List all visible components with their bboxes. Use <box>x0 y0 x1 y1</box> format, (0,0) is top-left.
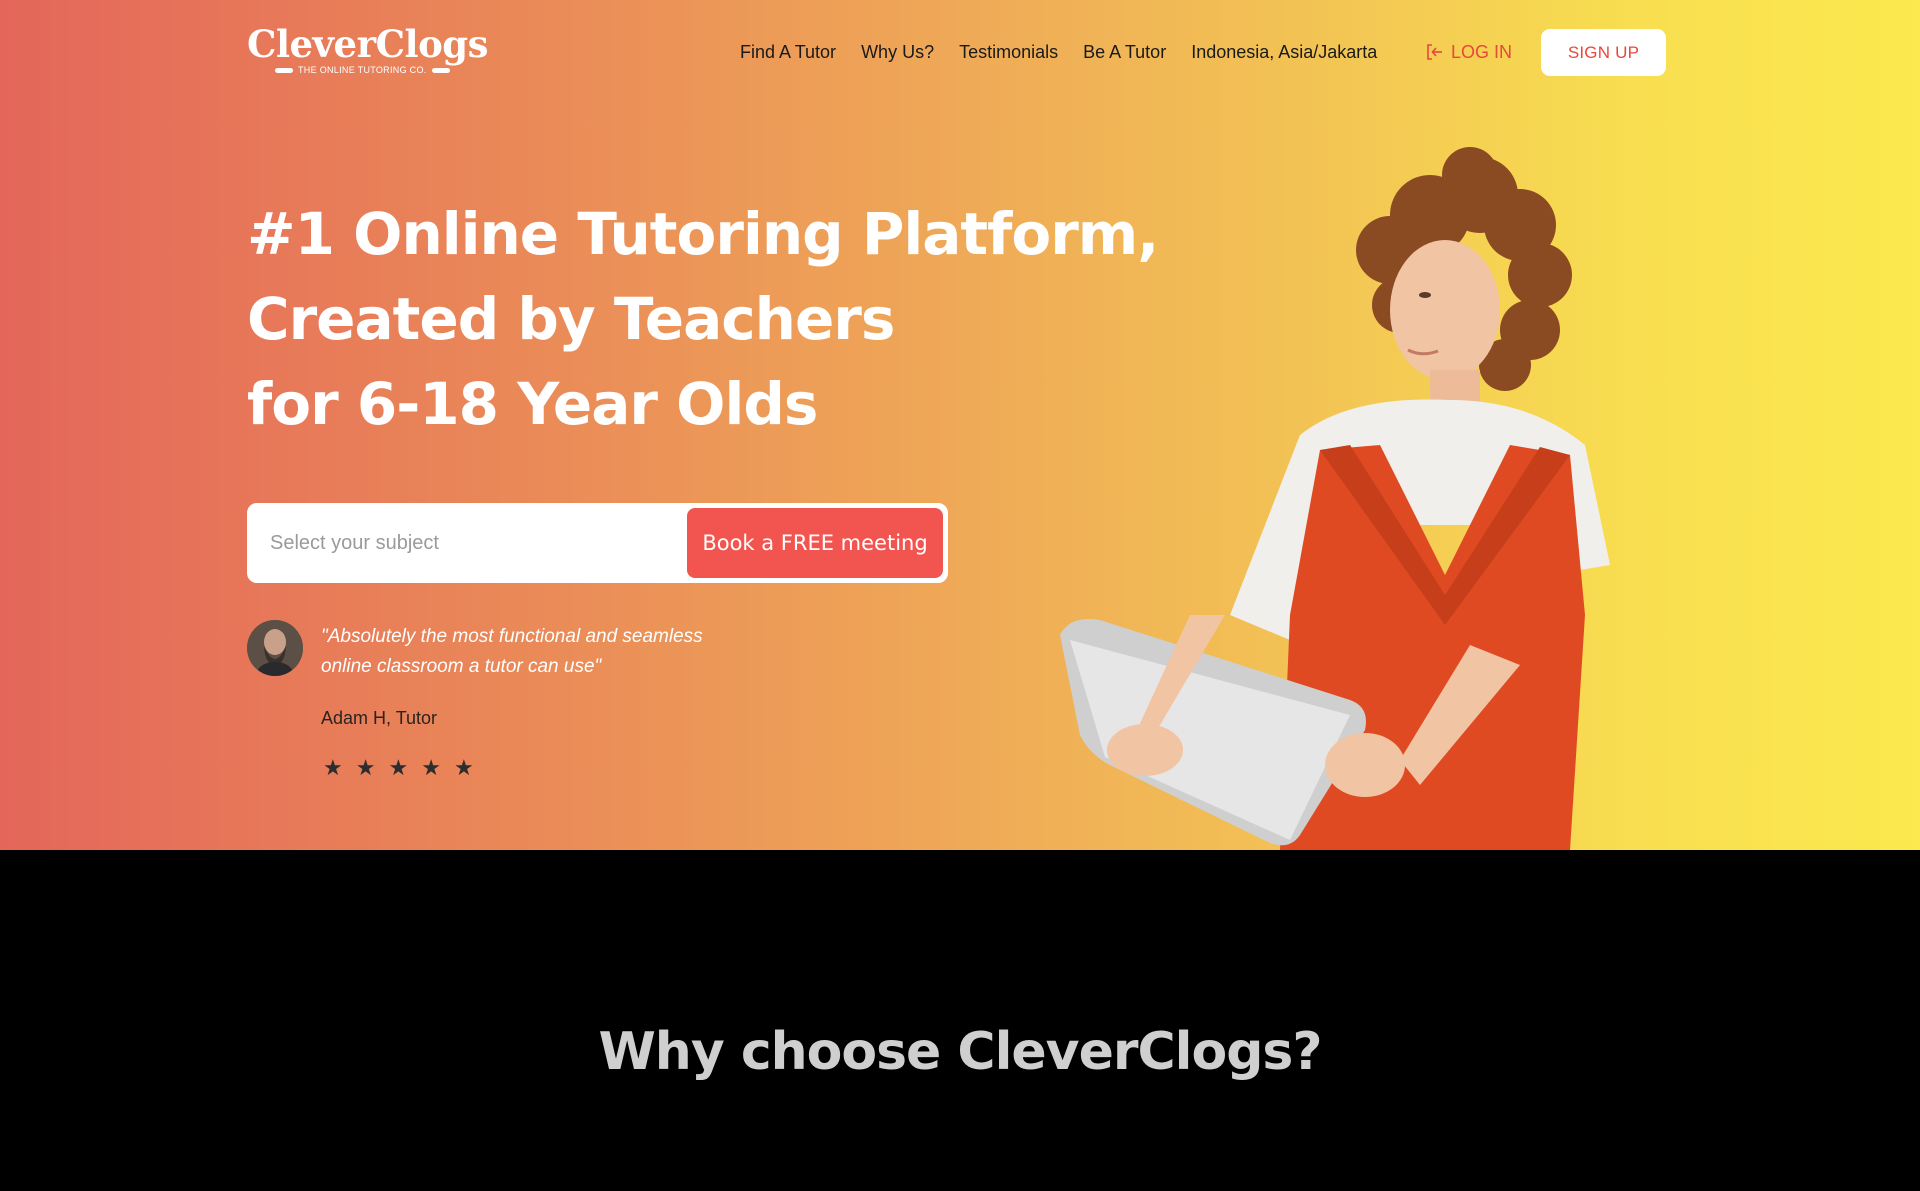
book-meeting-button[interactable]: Book a FREE meeting <box>687 508 943 578</box>
logo-pencil-bar-left <box>275 67 293 73</box>
login-link[interactable]: LOG IN <box>1425 40 1512 64</box>
login-arrow-icon <box>1427 44 1442 60</box>
logo-tagline-row: THE ONLINE TUTORING CO. <box>247 65 452 75</box>
signup-button[interactable]: SIGN UP <box>1541 29 1666 76</box>
star-icon: ★ <box>355 755 376 780</box>
logo[interactable]: CleverClogs THE ONLINE TUTORING CO. <box>247 22 488 78</box>
quote-line-1: "Absolutely the most functional and seam… <box>321 626 703 647</box>
headline-line-2: Created by Teachers <box>247 285 895 353</box>
nav-testimonials[interactable]: Testimonials <box>959 40 1058 64</box>
nav-be-a-tutor[interactable]: Be A Tutor <box>1083 40 1166 64</box>
star-icon: ★ <box>388 755 409 780</box>
logo-pencil-bar-right <box>431 67 450 73</box>
nav-timezone-selector[interactable]: Indonesia, Asia/Jakarta <box>1191 40 1377 64</box>
booking-form: Select your subject Book a FREE meeting <box>247 503 948 583</box>
hero-headline: #1 Online Tutoring Platform, Created by … <box>247 192 1159 447</box>
hero-section: CleverClogs THE ONLINE TUTORING CO. Find… <box>0 0 1920 850</box>
login-label: LOG IN <box>1451 42 1513 62</box>
headline-line-1: #1 Online Tutoring Platform, <box>247 200 1159 268</box>
nav-why-us[interactable]: Why Us? <box>861 40 934 64</box>
hero-child-with-tablet-image <box>1060 147 1610 850</box>
star-icon: ★ <box>323 755 343 780</box>
subject-select[interactable]: Select your subject <box>270 506 439 580</box>
nav-find-a-tutor[interactable]: Find A Tutor <box>740 40 836 64</box>
logo-wordmark: CleverClogs <box>247 22 488 66</box>
star-icon: ★ <box>421 755 441 780</box>
tutor-avatar <box>247 620 303 676</box>
testimonial-quote: "Absolutely the most functional and seam… <box>321 622 761 682</box>
star-icon: ★ <box>453 755 474 780</box>
rating-stars: ★ ★ ★ ★ ★ <box>323 756 474 780</box>
logo-tagline: THE ONLINE TUTORING CO. <box>298 65 427 75</box>
main-nav: Find A Tutor Why Us? Testimonials Be A T… <box>740 40 1377 64</box>
why-choose-title: Why choose CleverClogs? <box>598 1022 1322 1082</box>
why-choose-section: Why choose CleverClogs? <box>0 850 1920 1191</box>
headline-line-3: for 6-18 Year Olds <box>247 370 818 438</box>
testimonial-author: Adam H, Tutor <box>321 708 438 728</box>
quote-line-2: online classroom a tutor can use" <box>321 656 602 677</box>
